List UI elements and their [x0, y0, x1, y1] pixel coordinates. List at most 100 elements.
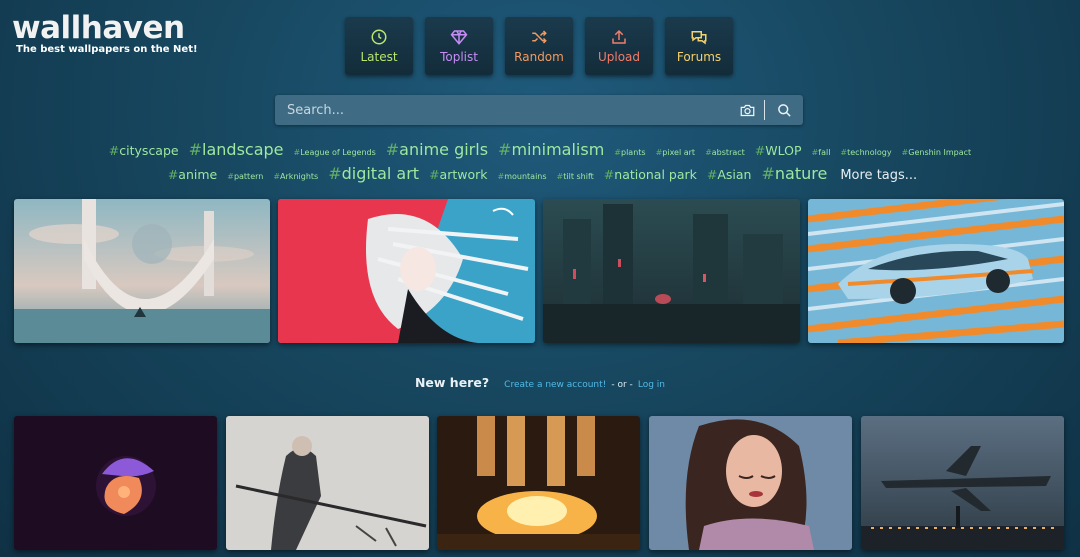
- search-icon: [777, 103, 791, 117]
- wallpaper-thumb[interactable]: [543, 199, 800, 343]
- chat-icon: [691, 31, 707, 45]
- search-button[interactable]: [765, 95, 803, 125]
- nav-random-label: Random: [514, 50, 564, 64]
- tag-label: plants: [620, 148, 646, 157]
- tag-label: nature: [774, 164, 828, 183]
- tag-link[interactable]: #pixel art: [656, 148, 696, 157]
- more-tags-link[interactable]: More tags...: [840, 168, 917, 183]
- tag-link[interactable]: #anime: [168, 167, 217, 182]
- tag-label: League of Legends: [300, 148, 376, 157]
- popular-tags-row-1: #cityscape #landscape #League of Legends #a…: [0, 140, 1080, 159]
- or-separator: - or -: [611, 380, 633, 390]
- create-account-link[interactable]: Create a new account!: [504, 380, 606, 390]
- tag-label: abstract: [711, 148, 745, 157]
- login-link[interactable]: Log in: [638, 380, 665, 390]
- wallpaper-thumb[interactable]: [437, 416, 640, 550]
- nav-toplist-label: Toplist: [440, 50, 478, 64]
- wallpaper-thumb[interactable]: [14, 416, 217, 550]
- tag-label: tilt shift: [563, 172, 594, 181]
- tag-label: minimalism: [511, 140, 605, 159]
- tag-link[interactable]: #abstract: [705, 148, 745, 157]
- tag-label: pattern: [233, 172, 264, 181]
- tag-link[interactable]: #mountains: [498, 172, 547, 181]
- wallpaper-thumb[interactable]: [14, 199, 270, 343]
- wallpaper-thumb[interactable]: [649, 416, 852, 550]
- diamond-icon: [450, 30, 468, 45]
- tag-link[interactable]: #minimalism: [498, 140, 604, 159]
- tag-link[interactable]: #technology: [840, 148, 891, 157]
- tag-hash: #: [754, 143, 766, 158]
- tag-hash: #: [328, 164, 342, 183]
- tag-label: national park: [614, 167, 697, 182]
- tag-link[interactable]: #plants: [614, 148, 645, 157]
- tag-link[interactable]: #nature: [761, 164, 827, 183]
- nav-upload-label: Upload: [597, 50, 641, 64]
- tag-hash: #: [705, 148, 712, 157]
- tag-label: mountains: [504, 172, 547, 181]
- tag-link[interactable]: #digital art: [328, 164, 419, 183]
- wallpaper-thumb[interactable]: [861, 416, 1064, 550]
- wallpaper-thumb[interactable]: [226, 416, 429, 550]
- tag-hash: #: [188, 140, 203, 159]
- tag-hash: #: [603, 167, 615, 182]
- tag-hash: #: [167, 167, 179, 182]
- wallpaper-thumb[interactable]: [278, 199, 535, 343]
- nav-forums-label: Forums: [676, 50, 722, 64]
- tag-label: pixel art: [662, 148, 696, 157]
- tag-label: Arknights: [280, 172, 319, 181]
- tag-hash: #: [761, 164, 775, 183]
- search-bar: [275, 95, 803, 125]
- nav-latest-button[interactable]: Latest: [345, 17, 413, 75]
- nav-toplist-button[interactable]: Toplist: [425, 17, 493, 75]
- tag-link[interactable]: #tilt shift: [557, 172, 594, 181]
- tag-hash: #: [227, 172, 234, 181]
- signup-prompt: New here? Create a new account! - or - L…: [0, 372, 1080, 391]
- tag-link[interactable]: #artwork: [429, 167, 487, 182]
- tag-hash: #: [429, 167, 440, 182]
- nav-random-button[interactable]: Random: [505, 17, 573, 75]
- tag-link[interactable]: #cityscape: [109, 143, 179, 158]
- tag-label: cityscape: [119, 143, 179, 158]
- tag-link[interactable]: #fall: [812, 148, 831, 157]
- nav-upload-button[interactable]: Upload: [585, 17, 653, 75]
- camera-icon: [740, 104, 754, 116]
- tag-label: fall: [818, 148, 831, 157]
- clock-icon: [371, 29, 387, 45]
- tag-label: landscape: [202, 140, 284, 159]
- tag-link[interactable]: #landscape: [189, 140, 284, 159]
- logo[interactable]: wallhaven The best wallpapers on the Net…: [12, 10, 198, 55]
- tag-link[interactable]: #Arknights: [273, 172, 318, 181]
- main-nav: Latest Toplist Random Upload Forums: [345, 17, 733, 75]
- tag-link[interactable]: #pattern: [227, 172, 263, 181]
- logo-text: wallhaven: [12, 10, 185, 46]
- wallpaper-thumb[interactable]: [808, 199, 1064, 343]
- tag-hash: #: [614, 148, 621, 157]
- search-input[interactable]: [275, 95, 730, 125]
- tag-label: Asian: [717, 167, 752, 182]
- tag-link[interactable]: #Asian: [707, 167, 752, 182]
- tag-label: technology: [847, 148, 892, 157]
- header: wallhaven The best wallpapers on the Net…: [0, 0, 1080, 90]
- tag-hash: #: [385, 140, 400, 159]
- shuffle-icon: [532, 30, 547, 44]
- tag-link[interactable]: #Genshin Impact: [902, 148, 972, 157]
- tag-label: WLOP: [765, 143, 802, 158]
- tag-link[interactable]: #League of Legends: [294, 148, 376, 157]
- tag-hash: #: [108, 143, 120, 158]
- tag-link[interactable]: #national park: [604, 167, 697, 182]
- new-here-label: New here?: [414, 375, 490, 390]
- tag-label: Genshin Impact: [908, 148, 972, 157]
- tag-hash: #: [498, 140, 512, 159]
- nav-forums-button[interactable]: Forums: [665, 17, 733, 75]
- tag-link[interactable]: #WLOP: [755, 143, 802, 158]
- tag-hash: #: [706, 167, 718, 182]
- nav-latest-label: Latest: [360, 50, 398, 64]
- tag-label: digital art: [341, 164, 420, 183]
- camera-search-button[interactable]: [730, 95, 764, 125]
- tag-label: anime: [178, 167, 218, 182]
- upload-icon: [612, 29, 626, 44]
- popular-tags-row-2: #anime #pattern #Arknights #digital art #art…: [0, 164, 1080, 183]
- tag-link[interactable]: #anime girls: [386, 140, 488, 159]
- logo-tagline: The best wallpapers on the Net!: [16, 44, 198, 55]
- tag-label: artwork: [439, 167, 488, 182]
